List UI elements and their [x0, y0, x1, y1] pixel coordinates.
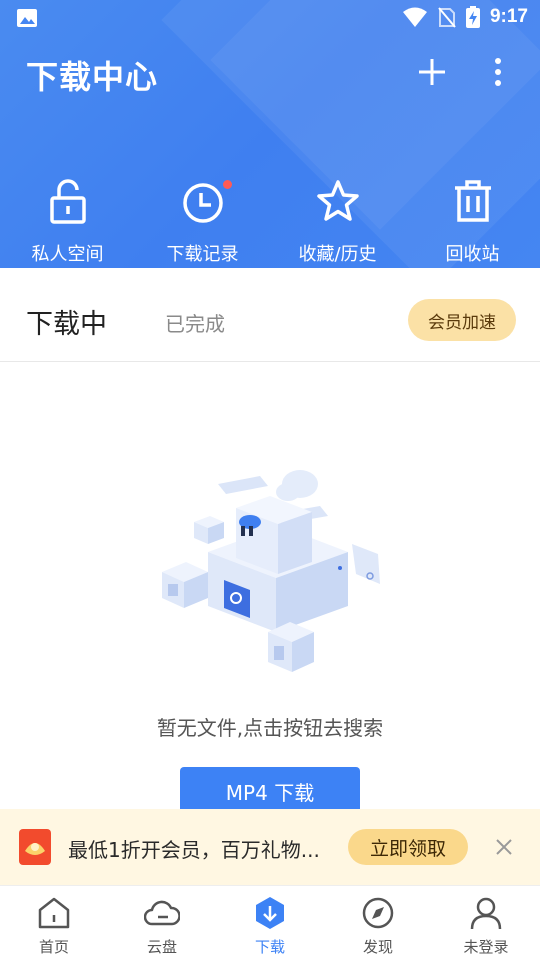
home-icon [38, 897, 70, 929]
trash-icon [454, 180, 491, 222]
star-icon [316, 180, 359, 221]
unlock-icon [49, 179, 86, 224]
cloud-icon [143, 900, 181, 926]
quick-label: 私人空间 [31, 244, 104, 265]
nav-cloud[interactable]: 云盘 [108, 886, 216, 960]
claim-button[interactable]: 立即领取 [348, 829, 468, 865]
vip-speed-button[interactable]: 会员加速 [408, 299, 516, 341]
nav-account[interactable]: 未登录 [432, 886, 540, 960]
quick-label: 回收站 [445, 244, 500, 265]
compass-icon [362, 897, 394, 929]
bottom-nav: 首页 云盘 下载 发现 未登录 [0, 885, 540, 960]
status-bar: 9:17 [0, 0, 540, 36]
quick-label: 下载记录 [166, 244, 239, 265]
status-time: 9:17 [489, 6, 528, 27]
quick-download-history[interactable]: 下载记录 [135, 178, 270, 268]
nav-label: 发现 [362, 938, 393, 956]
user-icon [470, 897, 502, 930]
notification-badge [222, 180, 232, 189]
more-button[interactable] [480, 54, 516, 90]
quick-private-space[interactable]: 私人空间 [0, 178, 135, 268]
quick-recycle-bin[interactable]: 回收站 [405, 178, 540, 268]
nav-label: 未登录 [463, 938, 509, 956]
quick-label: 收藏/历史 [298, 244, 377, 265]
plus-icon [419, 59, 445, 85]
nav-label: 下载 [254, 938, 285, 956]
image-notification-icon [17, 9, 37, 27]
nav-discover[interactable]: 发现 [324, 886, 432, 960]
empty-state-illustration [162, 470, 380, 672]
more-vertical-icon [495, 58, 501, 86]
page-title: 下载中心 [26, 58, 159, 96]
mp4-download-button[interactable]: MP4 下载 [180, 767, 360, 815]
nav-download[interactable]: 下载 [216, 886, 324, 960]
nav-label: 云盘 [146, 938, 177, 956]
promo-banner[interactable]: 最低1折开会员，百万礼物... 立即领取 [0, 809, 540, 885]
tab-downloading[interactable]: 下载中 [26, 302, 107, 341]
wifi-icon [402, 7, 427, 27]
tab-completed[interactable]: 已完成 [165, 308, 225, 337]
tab-bar: 下载中 已完成 会员加速 [0, 278, 540, 362]
no-sim-icon [438, 7, 456, 28]
download-icon [256, 897, 284, 929]
empty-state-text: 暂无文件,点击按钮去搜索 [156, 716, 384, 740]
clock-icon [182, 183, 223, 223]
nav-home[interactable]: 首页 [0, 886, 108, 960]
gift-icon [19, 829, 51, 865]
add-button[interactable] [414, 54, 450, 90]
close-icon[interactable] [493, 836, 515, 858]
header: 9:17 下载中心 私人空间 下载记录 收藏/历史 回收站 [0, 0, 540, 268]
nav-label: 首页 [38, 938, 69, 956]
promo-text: 最低1折开会员，百万礼物... [68, 838, 320, 862]
quick-favorites-history[interactable]: 收藏/历史 [270, 178, 405, 268]
battery-charging-icon [465, 6, 480, 28]
